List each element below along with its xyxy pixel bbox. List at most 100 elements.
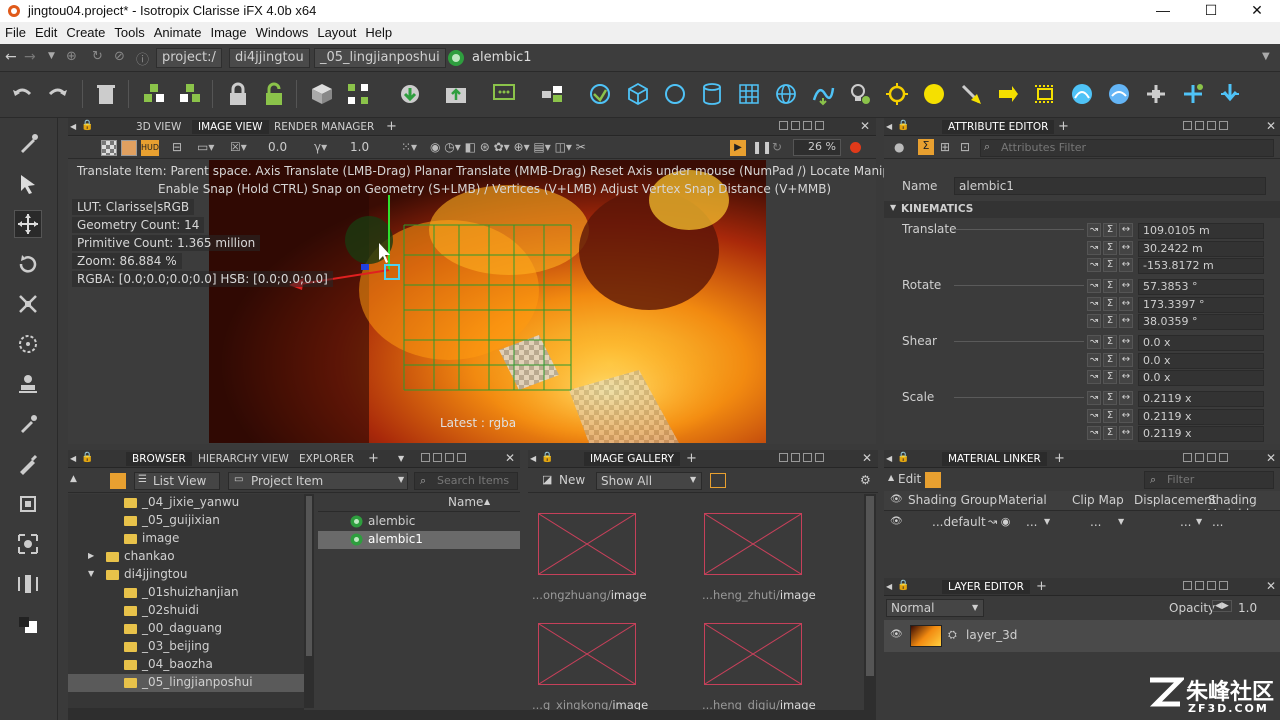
new-image-icon[interactable]: ◪ bbox=[542, 473, 552, 486]
sigma-icon[interactable]: Σ bbox=[1103, 426, 1117, 440]
link-icon[interactable]: ↝ bbox=[1087, 391, 1101, 405]
tab-explorer[interactable]: EXPLORER bbox=[293, 452, 360, 466]
path-dropdown-icon[interactable]: ▼ bbox=[1262, 51, 1270, 62]
attr-value-field[interactable]: 109.0105 m bbox=[1138, 223, 1264, 239]
stepper-icon[interactable]: ↔ bbox=[1119, 391, 1133, 405]
stepper-icon[interactable]: ↔ bbox=[1119, 314, 1133, 328]
layer-row[interactable]: 👁 ⛭ layer_3d bbox=[884, 620, 1280, 652]
close-panel-icon[interactable]: ✕ bbox=[860, 119, 870, 133]
breadcrumb-di4jjingtou[interactable]: di4jjingtou bbox=[229, 48, 310, 68]
tab-image-view[interactable]: IMAGE VIEW bbox=[192, 120, 269, 134]
material-row[interactable]: 👁 ...default ↝ ◉ ... ▼ ... ▼ ... ▼ ... bbox=[884, 513, 1280, 533]
up-level-icon[interactable]: ▲ bbox=[70, 474, 77, 484]
lock-icon[interactable] bbox=[224, 80, 252, 108]
attr-value-field[interactable]: 0.2119 x bbox=[1138, 408, 1264, 425]
translate-tool-icon[interactable] bbox=[14, 210, 42, 238]
stamp-tool-icon[interactable] bbox=[14, 370, 42, 398]
breadcrumb-project[interactable]: project:/ bbox=[156, 48, 222, 68]
attr-value-field[interactable]: 173.3397 ° bbox=[1138, 296, 1264, 313]
attr-value-tools[interactable]: ↝ Σ ↔ bbox=[1087, 223, 1135, 237]
panel-layout-icons[interactable] bbox=[776, 453, 824, 465]
pick-tool-icon[interactable] bbox=[14, 130, 42, 158]
menu-windows[interactable]: Windows bbox=[251, 22, 313, 40]
panel-lock-icon[interactable]: 🔒 bbox=[541, 452, 553, 463]
undo-icon[interactable] bbox=[8, 80, 36, 108]
back-icon[interactable]: ← bbox=[5, 49, 17, 65]
show-all-dropdown[interactable]: Show All bbox=[596, 472, 702, 490]
tab-menu-icon[interactable]: ▼ bbox=[398, 454, 404, 463]
edit-menu[interactable]: Edit bbox=[898, 472, 921, 486]
stepper-icon[interactable]: ↔ bbox=[1119, 408, 1133, 423]
refresh-render-icon[interactable]: ↻ bbox=[772, 140, 782, 154]
add-tab-icon[interactable]: + bbox=[1036, 579, 1047, 594]
link-icon[interactable]: ↝ bbox=[1087, 279, 1101, 293]
cube-icon[interactable] bbox=[308, 80, 336, 108]
link-icon[interactable]: ↝ bbox=[1087, 240, 1101, 255]
stepper-icon[interactable]: ↔ bbox=[1119, 352, 1133, 367]
list-item-selected[interactable]: alembic1 bbox=[318, 531, 520, 549]
tree-folder[interactable]: _04_jixie_yanwu bbox=[68, 494, 304, 512]
link-icon[interactable]: ↝ bbox=[1087, 296, 1101, 311]
stepper-icon[interactable]: ↔ bbox=[1119, 223, 1133, 237]
tab-material-linker[interactable]: MATERIAL LINKER bbox=[942, 452, 1047, 466]
link-icon[interactable]: ↝ bbox=[1087, 408, 1101, 423]
name-field[interactable]: alembic1 bbox=[954, 177, 1266, 195]
up-icon[interactable]: ▲ bbox=[888, 473, 894, 482]
channel-icon[interactable]: ⁙▾ bbox=[401, 140, 417, 154]
hud-toggle-icon[interactable]: HUD bbox=[141, 140, 159, 156]
attr-value-tools[interactable]: ↝ Σ ↔ bbox=[1087, 258, 1135, 272]
play-icon[interactable]: ▶ bbox=[730, 140, 746, 156]
add-tab-icon[interactable]: + bbox=[368, 451, 379, 466]
section-expand-icon[interactable]: ▼ bbox=[890, 203, 896, 212]
material-dropdown-icon[interactable]: ▼ bbox=[1044, 517, 1050, 526]
add-tab-icon[interactable]: + bbox=[1058, 119, 1069, 134]
link-icon[interactable]: ↝ bbox=[1087, 314, 1101, 328]
settings-gear-icon[interactable]: ⚙ bbox=[860, 473, 871, 487]
pause-icon[interactable]: ❚❚ bbox=[752, 140, 772, 154]
col-shading-variable[interactable]: Shading Variable bbox=[1208, 493, 1280, 510]
refresh-icon[interactable]: ↻ bbox=[92, 49, 103, 64]
measure-tool-icon[interactable] bbox=[14, 570, 42, 598]
add-tab-icon[interactable]: + bbox=[386, 119, 397, 134]
overlay-icon[interactable] bbox=[121, 140, 137, 156]
frame-tool-icon[interactable] bbox=[14, 490, 42, 518]
render-image[interactable] bbox=[209, 160, 766, 443]
attr-value-field[interactable]: 0.2119 x bbox=[1138, 391, 1264, 407]
expanded-icon[interactable]: ▼ bbox=[88, 569, 94, 578]
stepper-icon[interactable]: ↔ bbox=[1119, 370, 1133, 384]
area-light-icon[interactable] bbox=[1031, 80, 1059, 108]
up-icon[interactable]: ⊕ bbox=[66, 49, 77, 64]
panel-lock-icon[interactable]: 🔒 bbox=[81, 452, 93, 463]
exposure-icon[interactable]: ☒▾ bbox=[230, 140, 247, 154]
sphere-primitive-icon[interactable] bbox=[661, 80, 689, 108]
visibility-icon[interactable]: 👁 bbox=[890, 494, 903, 505]
comment-icon[interactable]: ● bbox=[894, 140, 904, 154]
gamma-icon[interactable]: γ▾ bbox=[314, 140, 327, 154]
close-panel-icon[interactable]: ✕ bbox=[1266, 451, 1276, 465]
gallery-thumbnail[interactable] bbox=[538, 513, 636, 575]
lock-icon[interactable]: ⊘ bbox=[114, 49, 125, 64]
project-item-dropdown[interactable]: Project Item bbox=[228, 472, 408, 490]
panel-layout-icons[interactable] bbox=[418, 453, 466, 465]
tab-3d-view[interactable]: 3D VIEW bbox=[130, 120, 187, 134]
tree-folder[interactable]: _00_daguang bbox=[68, 620, 304, 638]
collapse-icon[interactable]: ◀ bbox=[70, 122, 76, 131]
sigma-icon[interactable]: Σ bbox=[1103, 391, 1117, 405]
col-material[interactable]: Material bbox=[998, 493, 1047, 507]
attr-value-field[interactable]: 30.2422 m bbox=[1138, 240, 1264, 257]
scale-tool-icon[interactable] bbox=[14, 290, 42, 318]
camera-tool-icon[interactable] bbox=[14, 530, 42, 558]
name-column-header[interactable]: Name bbox=[448, 495, 483, 509]
attr-value-field[interactable]: 0.0 x bbox=[1138, 335, 1264, 351]
attr-value-tools[interactable]: ↝ Σ ↔ bbox=[1087, 279, 1135, 293]
attr-value-tools[interactable]: ↝ Σ ↔ bbox=[1087, 296, 1135, 311]
maximize-button[interactable]: ☐ bbox=[1188, 0, 1234, 22]
rotate-tool-icon[interactable] bbox=[14, 250, 42, 278]
panel-layout-icons[interactable] bbox=[1180, 581, 1228, 593]
scatter-paint-tool-icon[interactable] bbox=[14, 610, 42, 638]
tree-folder[interactable]: ▶ chankao bbox=[68, 548, 304, 566]
visibility-icon[interactable]: 👁 bbox=[890, 629, 903, 640]
close-panel-icon[interactable]: ✕ bbox=[862, 451, 872, 465]
zoom-field[interactable]: 26 % bbox=[793, 139, 841, 156]
tree-folder[interactable]: ▼ di4jjingtou bbox=[68, 566, 304, 584]
